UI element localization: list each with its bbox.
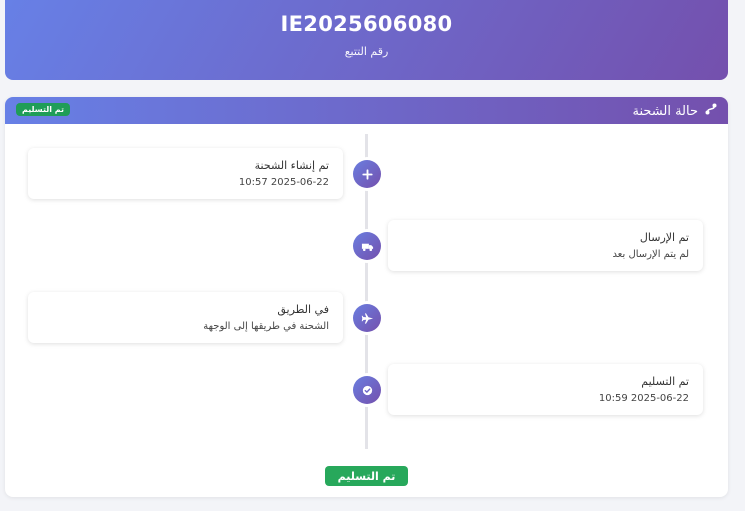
card-header: حالة الشحنة تم التسليم	[5, 97, 728, 124]
tracking-label: رقم التتبع	[344, 45, 389, 58]
check-circle-icon	[353, 376, 381, 404]
event-subtitle: لم يتم الإرسال بعد	[612, 249, 689, 260]
timeline-event-sent: تم الإرسال لم يتم الإرسال بعد	[388, 220, 703, 271]
plus-icon	[353, 160, 381, 188]
card-title-text: حالة الشحنة	[632, 103, 698, 119]
event-title: في الطريق	[277, 303, 329, 316]
event-timestamp: 2025-06-22 10:57	[238, 177, 329, 188]
timeline-event-delivered: تم التسليم 2025-06-22 10:59	[388, 364, 703, 415]
card-title: حالة الشحنة	[632, 102, 718, 120]
tracking-header: IE2025606080 رقم التتبع	[5, 0, 728, 80]
truck-icon	[353, 232, 381, 260]
route-icon	[704, 102, 718, 120]
timeline-event-created: تم إنشاء الشحنة 2025-06-22 10:57	[28, 148, 343, 199]
delivered-badge: تم التسليم	[325, 466, 408, 486]
event-title: تم إنشاء الشحنة	[254, 159, 329, 172]
event-title: تم التسليم	[641, 375, 689, 388]
status-badge: تم التسليم	[16, 103, 71, 116]
plane-icon	[353, 304, 381, 332]
timeline-event-in-transit: في الطريق الشحنة في طريقها إلى الوجهة	[28, 292, 343, 343]
tracking-number: IE2025606080	[280, 12, 453, 36]
event-subtitle: الشحنة في طريقها إلى الوجهة	[203, 321, 329, 332]
event-title: تم الإرسال	[639, 231, 689, 244]
shipment-status-card: حالة الشحنة تم التسليم تم إنشاء الشحنة 2…	[5, 97, 728, 497]
event-timestamp: 2025-06-22 10:59	[598, 393, 689, 404]
